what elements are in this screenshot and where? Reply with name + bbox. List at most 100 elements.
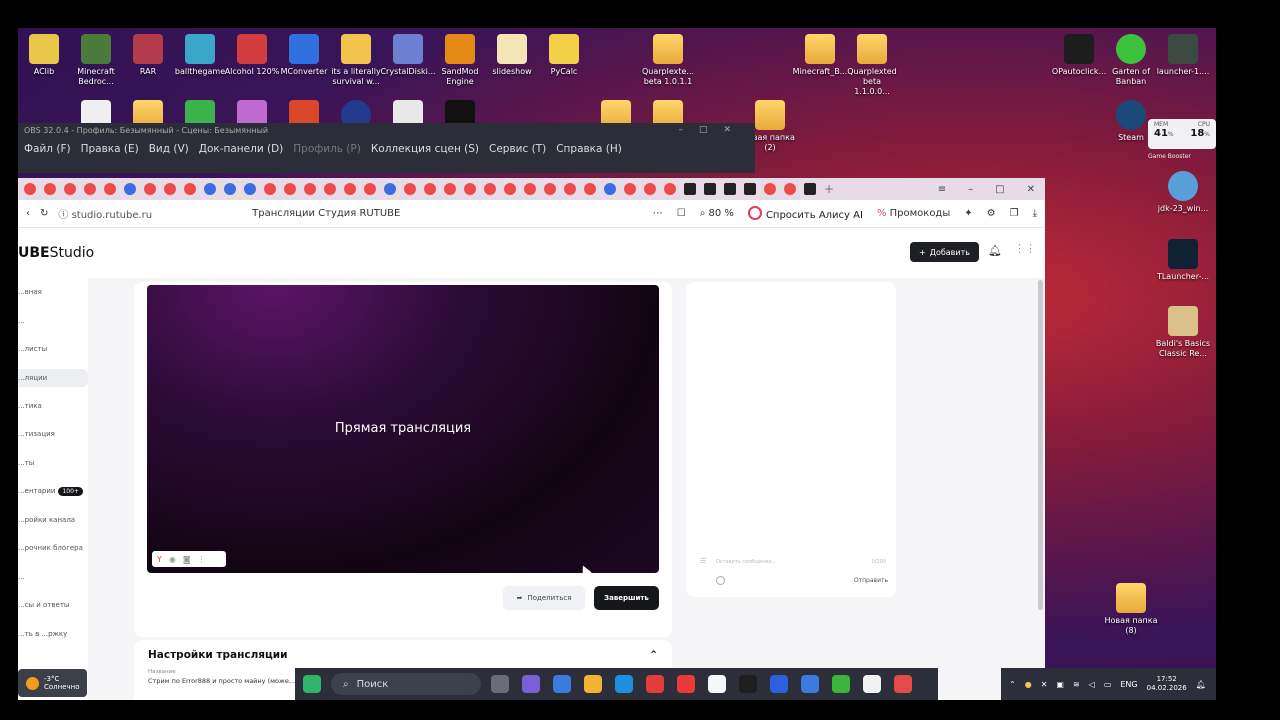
taskbar-app-icon[interactable] (491, 675, 509, 693)
browser-tab[interactable] (664, 183, 676, 195)
back-icon[interactable]: ‹ (26, 208, 30, 219)
eye-icon[interactable]: ◉ (169, 555, 176, 564)
obs-menu-item[interactable]: Коллекция сцен (S) (371, 143, 479, 155)
desktop-icon[interactable]: ballthegame (172, 34, 228, 77)
desktop-icon-launcher[interactable]: launcher-1.... (1155, 34, 1211, 77)
desktop-icon[interactable]: Alcohol 120% (224, 34, 280, 77)
video-preview[interactable]: Прямая трансляция Y ◉ ◙ ⋮ (147, 285, 659, 573)
taskbar-app-icon[interactable] (615, 675, 633, 693)
sidebar-item[interactable]: ...ть в ...ржку (18, 620, 88, 649)
notification-icon[interactable]: 🔔︎ (1196, 680, 1206, 689)
desktop-icon-jdk[interactable]: jdk-23_win... (1155, 171, 1211, 214)
browser-tab[interactable] (424, 183, 436, 195)
browser-tab[interactable] (484, 183, 496, 195)
sidebar-item[interactable]: ...рочник блогера (18, 534, 88, 563)
add-button[interactable]: + Добавить (910, 242, 979, 262)
battery-icon[interactable]: ▭ (1104, 680, 1112, 689)
apps-icon[interactable]: ⋮⋮ (1014, 242, 1036, 255)
browser-tab[interactable] (284, 183, 296, 195)
taskbar-app-icon[interactable] (584, 675, 602, 693)
browser-tab[interactable] (744, 183, 756, 195)
sidebar-item[interactable]: ...ентарии 100+ (18, 477, 88, 506)
taskbar-app-icon[interactable] (646, 675, 664, 693)
taskbar-app-icon[interactable] (801, 675, 819, 693)
browser-tab[interactable] (124, 183, 136, 195)
browser-tab[interactable] (684, 183, 696, 195)
game-booster-toggle[interactable]: Game Booster (1148, 153, 1191, 160)
obs-menu-item[interactable]: Справка (H) (556, 143, 622, 155)
browser-tab[interactable] (144, 183, 156, 195)
language-indicator[interactable]: ENG (1120, 680, 1137, 689)
browser-tab[interactable] (104, 183, 116, 195)
collections-icon[interactable]: ❐ (1010, 208, 1019, 219)
sidebar-item[interactable]: ...ты (18, 449, 88, 478)
sidebar-item[interactable]: ... (18, 307, 88, 336)
taskbar-app-icon[interactable] (708, 675, 726, 693)
desktop-icon-garten[interactable]: Garten of Banban (1103, 34, 1159, 87)
extensions-icon[interactable]: ⚙ (987, 208, 996, 219)
sidebar-item[interactable]: ...листы (18, 335, 88, 364)
obs-menu-item[interactable]: Файл (F) (24, 143, 71, 155)
obs-menu-item[interactable]: Правка (E) (81, 143, 139, 155)
taskbar-app-icon[interactable] (770, 675, 788, 693)
browser-tab[interactable] (764, 183, 776, 195)
obs-menu-item[interactable]: Вид (V) (149, 143, 189, 155)
promo-button[interactable]: % Промокоды (877, 208, 950, 219)
sidebar-item[interactable]: ...вная (18, 278, 88, 307)
sidebar-item[interactable]: ...тика (18, 392, 88, 421)
minimize-button[interactable]: – (968, 184, 973, 195)
obs-menu-item[interactable]: Док-панели (D) (199, 143, 284, 155)
browser-tab[interactable] (444, 183, 456, 195)
yandex-icon[interactable]: Y (157, 555, 162, 564)
wifi-icon[interactable]: ≋ (1073, 680, 1080, 689)
sidebar-item[interactable]: ... (18, 563, 88, 592)
chevron-up-icon[interactable]: ⌃ (649, 649, 658, 661)
sidebar-item[interactable]: ...ляции (18, 368, 88, 387)
browser-tab[interactable] (584, 183, 596, 195)
taskbar-app-icon[interactable] (553, 675, 571, 693)
zoom-indicator[interactable]: ⌕ 80 % (700, 208, 734, 219)
browser-tab[interactable] (804, 183, 816, 195)
studio-logo[interactable]: UBEStudio (18, 245, 94, 261)
share-button[interactable]: ➦ Поделиться (503, 586, 585, 610)
browser-tab[interactable] (224, 183, 236, 195)
taskbar-app-icon[interactable] (522, 675, 540, 693)
browser-tab[interactable] (264, 183, 276, 195)
clock[interactable]: 17:52 04.02.2026 (1147, 675, 1187, 693)
browser-tab[interactable] (704, 183, 716, 195)
browser-tab[interactable] (564, 183, 576, 195)
taskbar-app-icon[interactable] (739, 675, 757, 693)
taskbar-app-icon[interactable] (863, 675, 881, 693)
browser-tab[interactable] (464, 183, 476, 195)
obs-menu-item[interactable]: Профиль (P) (293, 143, 361, 155)
close-button[interactable]: ✕ (1027, 184, 1035, 195)
desktop-icon[interactable]: CrystalDiski... (380, 34, 436, 77)
taskbar-app-icon[interactable] (832, 675, 850, 693)
desktop-icon-new-folder-8[interactable]: Новая папка (8) (1103, 583, 1159, 636)
taskbar-app-icon[interactable] (677, 675, 695, 693)
browser-tab[interactable] (344, 183, 356, 195)
browser-tab[interactable] (644, 183, 656, 195)
maximize-button[interactable]: □ (995, 184, 1004, 195)
browser-tab[interactable] (84, 183, 96, 195)
browser-tab[interactable] (724, 183, 736, 195)
browser-tab[interactable] (304, 183, 316, 195)
mute-icon[interactable]: ✕ (1041, 680, 1048, 689)
desktop-icon[interactable]: RAR (120, 34, 176, 77)
obs-window-controls[interactable]: –□✕ (678, 125, 747, 135)
page-scrollbar[interactable] (1038, 280, 1043, 610)
desktop-icon[interactable]: PyCalc (536, 34, 592, 77)
chat-send-button[interactable]: Отправить (854, 577, 888, 584)
url-field[interactable]: ⓘ studio.rutube.ru (58, 206, 152, 221)
chevron-up-icon[interactable]: ⌃ (1009, 680, 1016, 689)
desktop-icon-minecraft-b[interactable]: Minecraft_B... (792, 34, 848, 77)
ask-alice-button[interactable]: Спросить Алису AI (748, 206, 863, 221)
emoji-icon[interactable] (716, 576, 725, 585)
browser-tab[interactable] (24, 183, 36, 195)
widgets-icon[interactable] (303, 675, 321, 693)
desktop-icon[interactable]: AClib (18, 34, 72, 77)
sidebar-item[interactable]: ...сы и ответы (18, 591, 88, 620)
volume-icon[interactable]: ◁ (1089, 680, 1095, 689)
site-info-icon[interactable]: ⓘ (58, 210, 71, 221)
bell-icon[interactable]: 🔔︎ (988, 244, 1002, 257)
